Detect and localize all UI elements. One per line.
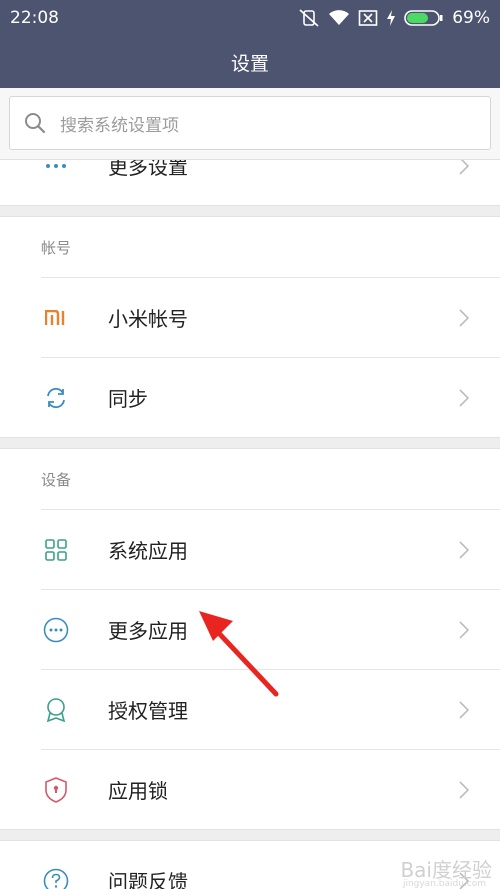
watermark-sub: jingyan.baidu.com <box>402 879 486 889</box>
battery-icon <box>404 10 443 26</box>
list-item-label: 问题反馈 <box>108 870 188 889</box>
device-section: 设备 系统应用 更多应用 授权管理 应用锁 <box>0 448 500 830</box>
battery-percent: 69% <box>452 8 490 28</box>
grid-apps-icon <box>41 535 71 565</box>
section-header-account: 帐号 <box>41 238 72 257</box>
chevron-right-icon <box>459 780 470 799</box>
chevron-right-icon <box>459 160 470 175</box>
badge-icon <box>41 695 71 725</box>
section-header-device: 设备 <box>41 470 72 489</box>
list-item-label: 系统应用 <box>108 539 188 563</box>
top-partial-group: 更多设置 <box>0 160 500 206</box>
list-item-more-settings[interactable]: 更多设置 <box>0 160 500 205</box>
search-icon <box>25 113 46 134</box>
charging-icon <box>387 10 396 26</box>
list-item-app-lock[interactable]: 应用锁 <box>0 750 500 829</box>
status-icons: 69% <box>298 8 490 28</box>
list-item-sync[interactable]: 同步 <box>0 358 500 437</box>
more-dots-icon <box>41 160 71 181</box>
list-item-label: 小米帐号 <box>108 307 188 331</box>
list-item-label: 应用锁 <box>108 779 168 803</box>
status-bar: 22:08 69% <box>0 0 500 36</box>
mi-logo-icon <box>41 303 71 333</box>
page-title: 设置 <box>230 52 269 75</box>
status-time: 22:08 <box>10 8 59 28</box>
list-item-label: 更多设置 <box>108 160 188 179</box>
settings-list[interactable]: 更多设置 帐号 小米帐号 同步 设备 系统应用 更多应用 授权管理 应用锁 问题… <box>0 160 500 889</box>
account-section: 帐号 小米帐号 同步 <box>0 216 500 438</box>
app-header: 设置 <box>0 36 500 88</box>
sync-icon <box>41 383 71 413</box>
vibrate-off-icon <box>299 9 319 27</box>
chevron-right-icon <box>459 620 470 639</box>
search-area: 搜索系统设置项 <box>0 88 500 160</box>
list-item-mi-account[interactable]: 小米帐号 <box>0 278 500 357</box>
search-placeholder: 搜索系统设置项 <box>60 115 179 136</box>
chevron-right-icon <box>459 700 470 719</box>
no-sim-icon <box>358 10 378 26</box>
list-item-label: 同步 <box>108 387 148 411</box>
chevron-right-icon <box>459 388 470 407</box>
list-item-label: 更多应用 <box>108 619 188 643</box>
chevron-right-icon <box>459 308 470 327</box>
question-icon <box>41 866 71 889</box>
chevron-right-icon <box>459 540 470 559</box>
more-circle-icon <box>41 615 71 645</box>
shield-lock-icon <box>41 775 71 805</box>
list-item-label: 授权管理 <box>108 699 188 723</box>
wifi-icon <box>329 10 350 25</box>
list-item-more-apps[interactable]: 更多应用 <box>0 590 500 669</box>
list-item-system-apps[interactable]: 系统应用 <box>0 510 500 589</box>
list-item-permissions[interactable]: 授权管理 <box>0 670 500 749</box>
search-input[interactable]: 搜索系统设置项 <box>9 96 491 150</box>
